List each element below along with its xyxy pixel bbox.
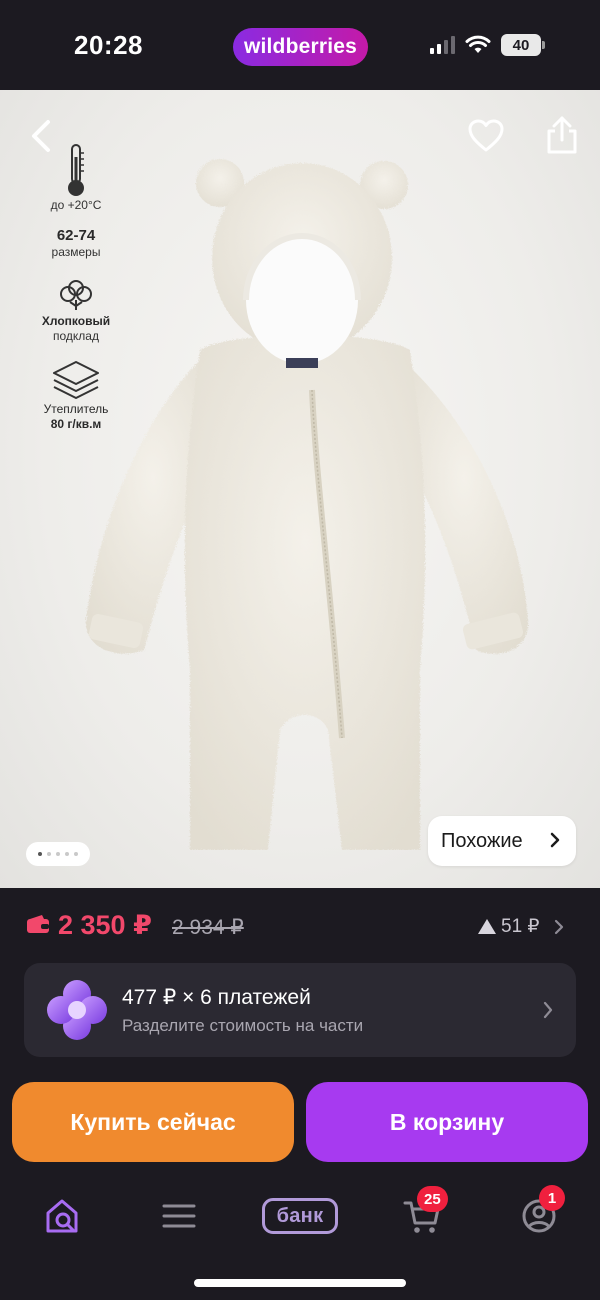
feature-sizes-value: 62-74	[56, 227, 96, 244]
product-image	[85, 159, 529, 850]
bottom-tab-bar: банк 25 1	[0, 1170, 600, 1260]
feature-insulation-label: 80 г/кв.м	[50, 417, 102, 431]
gallery-dot	[56, 852, 60, 856]
add-to-cart-button[interactable]: В корзину	[306, 1082, 588, 1162]
split-payment-icon	[47, 980, 107, 1040]
brand-logo[interactable]: wildberries	[233, 28, 368, 66]
installments-title: 477 ₽ × 6 платежей	[122, 986, 311, 1009]
gallery-dot	[38, 852, 42, 856]
wallet-icon	[27, 915, 49, 933]
tab-home-search[interactable]	[34, 1188, 90, 1244]
feature-cotton-title: Хлопковый	[41, 314, 111, 328]
feature-temperature-label: до +20°C	[50, 198, 102, 212]
feature-insulation-title: Утеплитель	[43, 402, 109, 416]
gallery-pagination[interactable]	[26, 842, 90, 866]
profile-badge: 1	[539, 1185, 565, 1211]
current-price: 2 350 ₽	[58, 910, 152, 940]
chevron-right-icon	[543, 1001, 553, 1019]
similar-button-label: Похожие	[441, 829, 523, 852]
points-info[interactable]: 51 ₽	[478, 915, 565, 938]
battery-icon: 40	[501, 34, 545, 56]
home-search-icon	[46, 1199, 78, 1233]
feature-cotton-label: подклад	[53, 329, 99, 343]
installments-subtitle: Разделите стоимость на части	[122, 1016, 364, 1035]
feature-cotton: Хлопковый подклад	[28, 274, 124, 344]
menu-icon	[162, 1204, 196, 1228]
feature-sizes-label: размеры	[51, 245, 101, 259]
gallery-dot	[74, 852, 78, 856]
home-indicator	[194, 1279, 406, 1287]
tab-bank[interactable]: банк	[260, 1188, 340, 1244]
feature-sizes: 62-74 размеры	[28, 227, 124, 260]
gallery-dot	[47, 852, 51, 856]
installments-card[interactable]: 477 ₽ × 6 платежей Разделите стоимость н…	[24, 963, 576, 1057]
buy-now-button[interactable]: Купить сейчас	[12, 1082, 294, 1162]
tab-catalog[interactable]	[151, 1188, 207, 1244]
cart-badge: 25	[417, 1186, 448, 1212]
status-bar: 20:28 wildberries 40	[0, 0, 600, 90]
signal-icon	[430, 36, 455, 54]
status-icons: 40	[430, 33, 545, 57]
similar-button[interactable]: Похожие	[428, 816, 576, 866]
feature-temperature: до +20°C	[28, 142, 124, 213]
price-row: 2 350 ₽ 2 934 ₽ 51 ₽	[0, 888, 600, 962]
feature-insulation: Утеплитель 80 г/кв.м	[28, 358, 124, 432]
gallery-dot	[65, 852, 69, 856]
cotton-icon	[49, 274, 103, 314]
favorite-button[interactable]	[466, 116, 506, 156]
thermometer-icon	[49, 142, 103, 198]
status-time: 20:28	[74, 30, 143, 60]
chevron-right-icon	[554, 919, 563, 934]
feature-list: до +20°C 62-74 размеры Хлопковый подклад	[28, 142, 124, 446]
points-icon	[478, 919, 496, 934]
share-button[interactable]	[544, 114, 580, 156]
wifi-icon	[465, 35, 491, 53]
old-price: 2 934 ₽	[172, 916, 244, 939]
chevron-right-icon	[550, 832, 560, 848]
bank-label: банк	[262, 1198, 338, 1234]
points-value: 51 ₽	[501, 916, 540, 937]
product-gallery[interactable]: до +20°C 62-74 размеры Хлопковый подклад	[0, 90, 600, 888]
layers-icon	[49, 358, 103, 402]
